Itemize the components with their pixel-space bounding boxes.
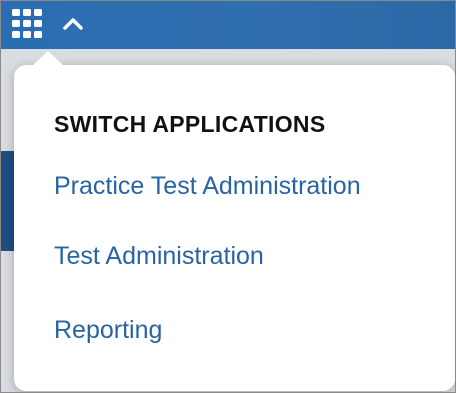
switch-applications-popup: SWITCH APPLICATIONS Practice Test Admini… <box>14 51 455 391</box>
app-switcher-button[interactable] <box>12 9 48 41</box>
popup-title: SWITCH APPLICATIONS <box>54 111 326 137</box>
chevron-up-icon <box>63 18 83 30</box>
top-navigation-bar <box>1 1 455 49</box>
popup-pointer <box>32 51 64 66</box>
page-frame: SWITCH APPLICATIONS Practice Test Admini… <box>0 0 456 393</box>
menu-item-practice-test-administration[interactable]: Practice Test Administration <box>54 172 361 201</box>
collapse-toggle-button[interactable] <box>61 13 85 35</box>
background-panel-edge <box>1 151 15 251</box>
menu-item-test-administration[interactable]: Test Administration <box>54 242 264 271</box>
menu-item-reporting[interactable]: Reporting <box>54 316 162 345</box>
app-grid-icon <box>12 9 42 38</box>
